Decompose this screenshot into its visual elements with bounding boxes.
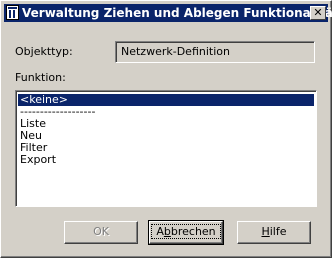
close-icon: ✕ bbox=[313, 6, 323, 19]
hilfe-button[interactable]: Hilfe bbox=[237, 221, 311, 244]
abbrechen-label: Abbrechen bbox=[151, 224, 221, 239]
app-icon bbox=[6, 5, 19, 20]
hilfe-label: Hilfe bbox=[261, 225, 287, 238]
dialog-window: Verwaltung Ziehen und Ablegen Funktional… bbox=[0, 0, 332, 258]
close-button[interactable]: ✕ bbox=[310, 6, 326, 20]
objekttyp-label: Objekttyp: bbox=[15, 45, 73, 58]
list-item[interactable]: ------------------- bbox=[18, 106, 314, 118]
list-item[interactable]: Neu bbox=[18, 130, 314, 142]
abbrechen-button[interactable]: Abbrechen bbox=[148, 220, 224, 245]
objekttyp-field: Netzwerk-Definition bbox=[115, 41, 315, 63]
funktion-label: Funktion: bbox=[15, 71, 66, 84]
list-item[interactable]: Filter bbox=[18, 142, 314, 154]
funktion-listbox[interactable]: <keine> ------------------- Liste Neu Fi… bbox=[15, 90, 317, 207]
title-bar[interactable]: Verwaltung Ziehen und Ablegen Funktional… bbox=[4, 4, 332, 22]
list-item[interactable]: Export bbox=[18, 154, 314, 166]
ok-button[interactable]: OK bbox=[64, 221, 138, 244]
ok-label: OK bbox=[93, 225, 109, 238]
window-title: Verwaltung Ziehen und Ablegen Funktional… bbox=[22, 6, 332, 20]
list-item[interactable]: Liste bbox=[18, 118, 314, 130]
